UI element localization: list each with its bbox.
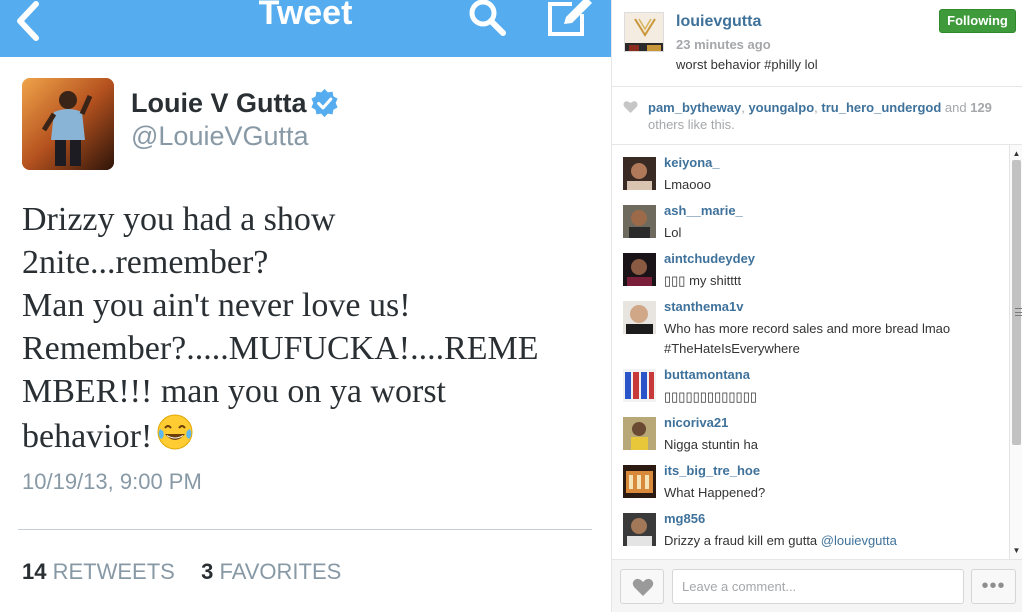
commenter-avatar[interactable] [623,465,656,498]
author-handle[interactable]: @LouieVGutta [131,121,309,152]
commenter-avatar[interactable] [623,513,656,546]
commenter-username[interactable]: mg856 [664,511,705,526]
scroll-up-arrow-icon[interactable]: ▲ [1010,148,1022,160]
commenter-avatar[interactable] [623,205,656,238]
commenter-avatar[interactable] [623,417,656,450]
search-icon[interactable] [466,0,508,38]
twitter-header-bar: Tweet [0,0,611,57]
retweets-count[interactable]: 14 [22,559,46,584]
poster-username[interactable]: louievgutta [676,13,761,31]
scroll-down-arrow-icon[interactable]: ▼ [1010,545,1022,557]
more-options-button[interactable]: ••• [971,569,1016,604]
post-time: 23 minutes ago [676,37,771,52]
liker-link[interactable]: pam_bytheway [648,100,741,115]
commenter-username[interactable]: ash__marie_ [664,203,743,218]
comments-list[interactable]: keiyona_ Lmaooo ash__marie_ Lol aintchud… [612,145,1009,559]
comment-text: Lol [664,225,682,240]
likes-summary: pam_bytheway, youngalpo, tru_hero_underg… [648,99,1016,133]
comments-scrollbar[interactable]: ▲ ▼ [1009,145,1022,559]
scrollbar-thumb[interactable] [1012,160,1022,445]
instagram-pane: louievgutta 23 minutes ago worst behavio… [611,0,1022,612]
comment-text: What Happened? [664,485,766,500]
tweet-stats: 14 RETWEETS 3 FAVORITES [22,559,341,585]
comment-text: Who has more record sales and more bread… [664,321,951,356]
liker-link[interactable]: tru_hero_undergod [821,100,941,115]
tweet-timestamp: 10/19/13, 9:00 PM [22,469,202,494]
comment-text: ▯▯▯ my shitttt [664,273,742,288]
header-title: Tweet [258,0,353,32]
likes-and: and [941,100,971,115]
favorites-label[interactable]: FAVORITES [219,559,341,584]
heart-icon [632,578,654,596]
commenter-avatar[interactable] [623,253,656,286]
likes-suffix: others like this. [648,117,735,132]
divider [612,86,1022,87]
tweet-body: Drizzy you had a show 2nite...remember? … [22,198,592,458]
grip-icon [1015,308,1022,316]
post-caption: worst behavior #philly lol [676,57,818,72]
commenter-avatar[interactable] [623,369,656,402]
twitter-pane: Tweet Louie V Gutta @LouieVGutta Drizzy … [0,0,611,612]
author-name[interactable]: Louie V Gutta [131,88,307,119]
heart-icon [623,101,638,113]
favorites-count[interactable]: 3 [201,559,213,584]
retweets-label[interactable]: RETWEETS [53,559,175,584]
commenter-username[interactable]: stanthema1v [664,299,743,314]
commenter-avatar[interactable] [623,157,656,190]
commenter-username[interactable]: nicoriva21 [664,415,728,430]
comment-text: Nigga stuntin ha [664,437,758,452]
poster-avatar[interactable] [624,12,664,52]
tweet-text: Drizzy you had a show 2nite...remember? … [22,201,539,455]
likes-count[interactable]: 129 [970,100,992,115]
commenter-avatar[interactable] [623,301,656,334]
comment-text: Lmaooo [664,177,711,192]
commenter-username[interactable]: its_big_tre_hoe [664,463,760,478]
comment-input[interactable] [672,569,964,604]
commenter-username[interactable]: buttamontana [664,367,750,382]
user-mention-link[interactable]: @louievgutta [821,533,897,548]
liker-link[interactable]: youngalpo [748,100,814,115]
verified-badge-icon [311,88,338,118]
comment-bar: ••• [612,559,1022,612]
commenter-username[interactable]: aintchudeydey [664,251,755,266]
tears-of-joy-emoji-icon [157,414,193,450]
comment-text-body: Drizzy a fraud kill em gutta [664,533,821,548]
comment-text: Drizzy a fraud kill em gutta @louievgutt… [664,531,999,551]
divider [18,529,592,530]
following-button[interactable]: Following [939,9,1016,33]
commenter-username[interactable]: keiyona_ [664,155,720,170]
like-button[interactable] [620,569,664,604]
comment-text: ▯▯▯▯▯▯▯▯▯▯▯▯▯ [664,389,757,404]
author-avatar[interactable] [22,78,114,170]
compose-icon[interactable] [542,0,594,38]
